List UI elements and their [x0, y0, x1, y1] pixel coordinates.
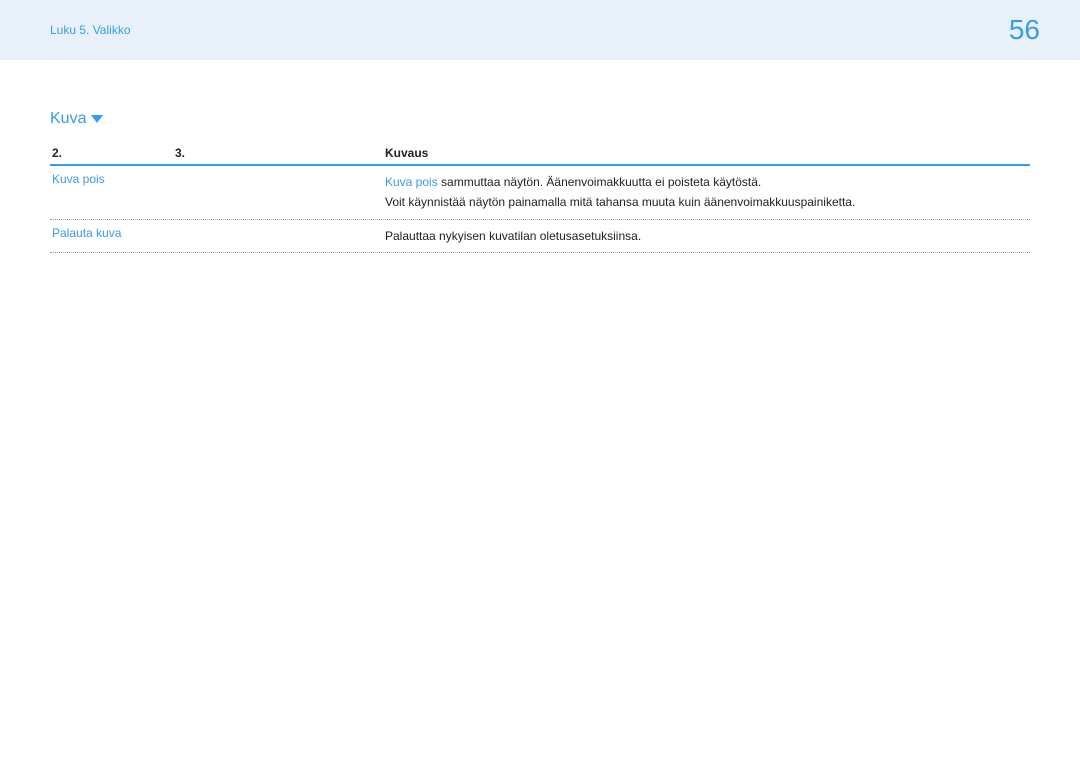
page-number: 56: [1009, 14, 1040, 46]
table-row: Palauta kuva Palauttaa nykyisen kuvatila…: [50, 220, 1030, 253]
section-title[interactable]: Kuva: [50, 110, 1030, 128]
desc-text-line2: Voit käynnistää näytön painamalla mitä t…: [385, 195, 855, 209]
breadcrumb: Luku 5. Valikko: [50, 23, 131, 37]
section-title-text: Kuva: [50, 110, 86, 128]
table-row: Kuva pois Kuva pois sammuttaa näytön. Ää…: [50, 166, 1030, 220]
desc-text-line1: sammuttaa näytön. Äänenvoimakkuutta ei p…: [438, 175, 762, 189]
column-header-3: 3.: [175, 146, 385, 160]
column-header-description: Kuvaus: [385, 146, 1030, 160]
chevron-down-icon: [91, 115, 103, 123]
menu-table: 2. 3. Kuvaus Kuva pois Kuva pois sammutt…: [50, 146, 1030, 253]
content-area: Kuva 2. 3. Kuvaus Kuva pois Kuva pois sa…: [0, 60, 1080, 253]
table-header-row: 2. 3. Kuvaus: [50, 146, 1030, 166]
row-description: Kuva pois sammuttaa näytön. Äänenvoimakk…: [385, 172, 1030, 213]
row-description: Palauttaa nykyisen kuvatilan oletusasetu…: [385, 226, 1030, 246]
row-label: Kuva pois: [50, 172, 385, 213]
column-header-2: 2.: [50, 146, 175, 160]
row-label: Palauta kuva: [50, 226, 385, 246]
desc-accent-text: Kuva pois: [385, 175, 438, 189]
header-bar: Luku 5. Valikko 56: [0, 0, 1080, 60]
